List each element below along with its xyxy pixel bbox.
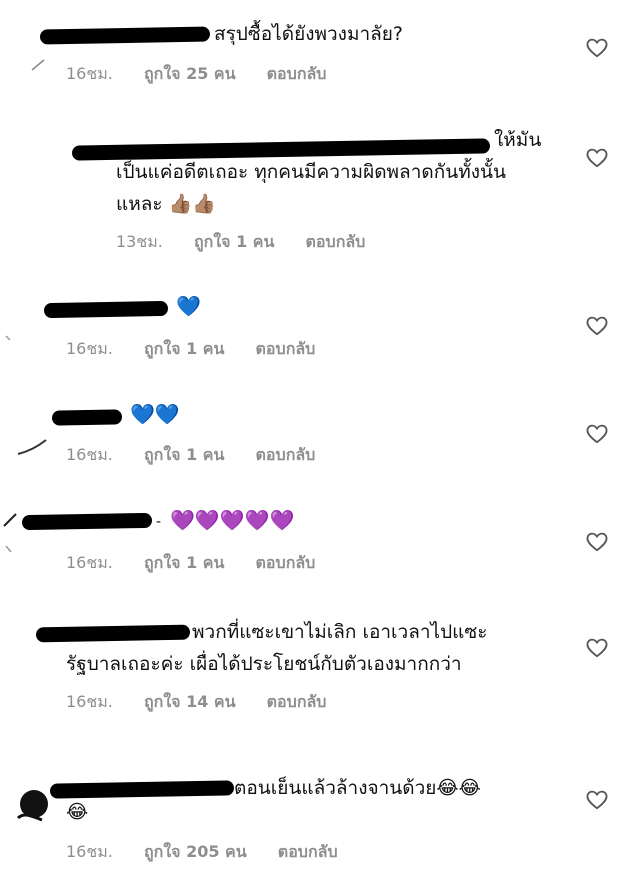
- comment-meta: 16ชม. ถูกใจ 1 คน ตอบกลับ: [66, 551, 341, 576]
- comment-meta: 16ชม. ถูกใจ 205 คน ตอบกลับ: [66, 840, 364, 865]
- comment-meta: 13ชม. ถูกใจ 1 คน ตอบกลับ: [116, 230, 391, 255]
- redacted-username: [35, 624, 191, 643]
- redacted-username: [51, 409, 123, 426]
- redacted-username: [71, 138, 491, 161]
- redacted-username: [21, 512, 153, 531]
- comment-text-line-1: พวกที่แซะเขาไม่เลิก เอาเวลาไปแซะ: [192, 621, 488, 643]
- like-count[interactable]: ถูกใจ 1 คน: [144, 339, 224, 358]
- like-count[interactable]: ถูกใจ 205 คน: [144, 842, 247, 861]
- comment-time: 16ชม.: [66, 339, 113, 358]
- like-heart-icon[interactable]: [586, 424, 608, 444]
- comment-text: 💙💙: [130, 402, 180, 426]
- redacted-username: [49, 780, 235, 799]
- comment-time: 16ชม.: [66, 445, 113, 464]
- like-count[interactable]: ถูกใจ 1 คน: [144, 445, 224, 464]
- reply-button[interactable]: ตอบกลับ: [267, 692, 327, 711]
- avatar-fragment: [3, 513, 17, 527]
- separator-dash: -: [156, 514, 162, 530]
- comment-time: 16ชม.: [66, 553, 113, 572]
- reply-button[interactable]: ตอบกลับ: [278, 842, 338, 861]
- comment-text: 💙: [176, 294, 201, 318]
- comment-text-line-1: ตอนเย็นแล้วล้างจานด้วย😂😂: [234, 777, 481, 799]
- comment-text-line-1: ให้มัน: [494, 129, 542, 151]
- comment-text-line-2: 😂: [66, 801, 89, 823]
- like-count[interactable]: ถูกใจ 1 คน: [144, 553, 224, 572]
- like-count[interactable]: ถูกใจ 1 คน: [194, 232, 274, 251]
- like-heart-icon[interactable]: [586, 790, 608, 810]
- reply-button[interactable]: ตอบกลับ: [267, 64, 327, 83]
- reply-button[interactable]: ตอบกลับ: [256, 553, 316, 572]
- comment-text: สรุปซื้อได้ยังพวงมาลัย?: [214, 23, 403, 45]
- avatar[interactable]: [12, 786, 52, 826]
- like-count[interactable]: ถูกใจ 14 คน: [144, 692, 236, 711]
- comment-meta: 16ชม. ถูกใจ 1 คน ตอบกลับ: [66, 443, 341, 468]
- like-heart-icon[interactable]: [586, 316, 608, 336]
- redacted-username: [39, 26, 211, 45]
- like-count[interactable]: ถูกใจ 25 คน: [144, 64, 236, 83]
- comment-meta: 16ชม. ถูกใจ 1 คน ตอบกลับ: [66, 337, 341, 362]
- comment-meta: 16ชม. ถูกใจ 25 คน ตอบกลับ: [66, 62, 352, 87]
- comment-time: 16ชม.: [66, 842, 113, 861]
- like-heart-icon[interactable]: [586, 38, 608, 58]
- avatar-fragment: [5, 335, 11, 341]
- comment-text-line-2: รัฐบาลเถอะค่ะ เผื่อได้ประโยชน์กับตัวเองม…: [66, 653, 462, 675]
- comment-meta: 16ชม. ถูกใจ 14 คน ตอบกลับ: [66, 690, 352, 715]
- avatar-fragment: [5, 545, 12, 553]
- avatar-fragment: [31, 59, 45, 71]
- comment-text: 💜💜💜💜💜: [170, 508, 295, 532]
- comment-time: 16ชม.: [66, 64, 113, 83]
- comment-text-line-3: แหละ 👍🏽👍🏽: [116, 193, 216, 215]
- reply-button[interactable]: ตอบกลับ: [306, 232, 366, 251]
- reply-button[interactable]: ตอบกลับ: [256, 339, 316, 358]
- reply-button[interactable]: ตอบกลับ: [256, 445, 316, 464]
- like-heart-icon[interactable]: [586, 532, 608, 552]
- comment-text-line-2: เป็นแค่อดีตเถอะ ทุกคนมีความผิดพลาดกันทั้…: [116, 161, 506, 183]
- comment-time: 16ชม.: [66, 692, 113, 711]
- redacted-username: [43, 300, 169, 319]
- comment-time: 13ชม.: [116, 232, 163, 251]
- like-heart-icon[interactable]: [586, 638, 608, 658]
- avatar-fragment: [17, 439, 47, 455]
- like-heart-icon[interactable]: [586, 148, 608, 168]
